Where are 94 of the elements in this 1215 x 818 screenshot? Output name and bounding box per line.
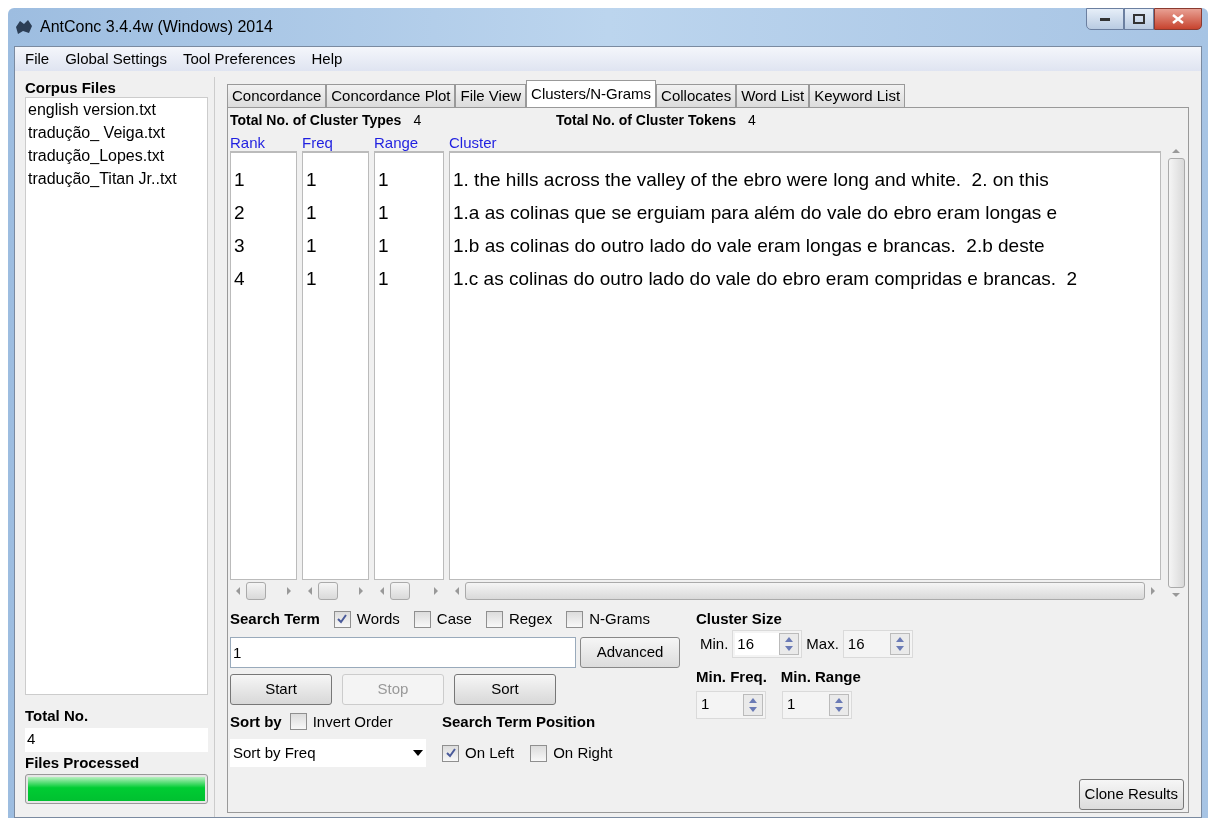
window-title: AntConc 3.4.4w (Windows) 2014 — [40, 17, 273, 37]
corpus-file-item[interactable]: tradução_Titan Jr..txt — [28, 167, 205, 190]
search-term-label: Search Term — [230, 609, 320, 629]
spin-arrows-icon[interactable] — [829, 693, 849, 716]
sort-dropdown[interactable]: Sort by Freq — [230, 739, 426, 767]
search-field[interactable]: 1 — [230, 636, 576, 668]
checkbox[interactable] — [485, 610, 503, 628]
table-cell-text: 3 — [234, 234, 246, 258]
menu-item[interactable]: Tool Preferences — [182, 47, 296, 71]
max-label: Max. — [806, 633, 839, 654]
summary-label: Total No. of Cluster Types — [230, 110, 402, 130]
min-label: Min. — [700, 633, 729, 654]
scroll-up-icon[interactable] — [1171, 148, 1181, 154]
files-processed-label: Files Processed — [25, 752, 141, 773]
min-freq-label: Min. Freq. — [696, 667, 767, 687]
corpus-file-item[interactable]: tradução_Lopes.txt — [28, 144, 205, 167]
option-checkbox[interactable]: Case — [413, 608, 472, 631]
corpus-files-heading: Corpus Files — [25, 78, 117, 97]
cluster-size-label: Cluster Size — [696, 609, 783, 629]
table-cell-text: 1.c as colinas do outro lado do vale do ebro eram compridas e brancas. 2 — [453, 267, 1079, 291]
close-icon — [1172, 14, 1184, 24]
table-cell-text: 1 — [306, 267, 318, 291]
scroll-right-icon[interactable] — [432, 586, 440, 596]
summary-value: 4 — [747, 110, 756, 130]
scroll-right-icon[interactable] — [285, 586, 293, 596]
tab[interactable]: Concordance Plot — [326, 84, 456, 107]
table-cell-text: 4 — [234, 267, 246, 291]
summary-value: 4 — [413, 110, 422, 130]
option-checkbox[interactable]: Words — [333, 608, 400, 631]
action-button[interactable]: Sort — [454, 673, 556, 705]
spin-arrows-icon[interactable] — [889, 633, 910, 655]
table-cell-text: 1 — [378, 168, 390, 192]
option-checkbox[interactable]: Regex — [485, 608, 553, 631]
scroll-left-icon[interactable] — [378, 586, 386, 596]
tab[interactable]: File View — [455, 84, 527, 107]
number-spinner[interactable]: 16 — [842, 630, 913, 658]
position-checkbox[interactable]: On Right — [530, 741, 613, 765]
advanced-button[interactable]: Advanced — [580, 636, 680, 668]
summary-label: Total No. of Cluster Tokens — [556, 110, 736, 130]
scroll-left-icon[interactable] — [306, 586, 314, 596]
table-cell-text: 2 — [234, 201, 246, 225]
tab[interactable]: Clusters/N-Grams — [526, 80, 657, 107]
table-cell-text: 1 — [378, 267, 390, 291]
minimize-button[interactable] — [1086, 8, 1124, 30]
checkbox[interactable] — [289, 713, 307, 731]
invert-order-checkbox[interactable]: Invert Order — [289, 710, 393, 733]
corpus-file-item[interactable]: english version.txt — [28, 98, 205, 121]
position-checkbox[interactable]: On Left — [442, 741, 515, 765]
min-range-label: Min. Range — [780, 667, 861, 687]
tab[interactable]: Collocates — [656, 84, 737, 107]
table-cell-text: 1 — [306, 201, 318, 225]
number-spinner[interactable]: 1 — [696, 690, 766, 719]
checkbox[interactable] — [566, 610, 584, 628]
maximize-button[interactable] — [1124, 8, 1154, 30]
table-cell-text: 1 — [234, 168, 246, 192]
total-label: Total No. — [25, 706, 90, 726]
spin-arrows-icon[interactable] — [779, 633, 800, 655]
maximize-icon — [1133, 14, 1145, 24]
tab[interactable]: Word List — [736, 84, 810, 107]
clone-results-button[interactable]: Clone Results — [1078, 779, 1184, 810]
corpus-file-item[interactable]: tradução_ Veiga.txt — [28, 121, 205, 144]
close-button[interactable] — [1154, 8, 1202, 30]
scroll-left-icon[interactable] — [234, 586, 242, 596]
option-checkbox[interactable]: N-Grams — [566, 608, 651, 631]
menu-item[interactable]: Global Settings — [65, 47, 167, 71]
checkbox[interactable] — [413, 610, 431, 628]
checkbox[interactable] — [530, 744, 548, 762]
table-cell-text: 1 — [306, 234, 318, 258]
checkbox[interactable] — [442, 744, 459, 762]
table-cell-text: 1 — [306, 168, 318, 192]
scroll-down-icon[interactable] — [1171, 592, 1181, 598]
action-button[interactable]: Start — [230, 673, 332, 705]
table-cell-text: 1. the hills across the valley of the ebro were long and white. 2. on this — [453, 168, 1050, 192]
menu-item[interactable]: Help — [311, 47, 343, 71]
scroll-left-icon[interactable] — [453, 586, 461, 596]
scroll-right-icon[interactable] — [357, 586, 365, 596]
tab[interactable]: Keyword List — [809, 84, 906, 107]
sort-by-label: Sort by — [230, 711, 282, 732]
table-cell-text: 1.a as colinas que se erguiam para além do vale do ebro eram longas e — [453, 201, 1059, 225]
checkbox[interactable] — [333, 610, 351, 628]
table-cell-text: 1.b as colinas do outro lado do vale eram longas e brancas. 2.b deste — [453, 234, 1046, 258]
number-spinner[interactable]: 16 — [732, 630, 803, 658]
minimize-icon — [1099, 16, 1111, 22]
menu-item[interactable]: File — [25, 47, 50, 71]
tab[interactable]: Concordance — [227, 84, 327, 107]
dropdown-caret-icon — [413, 750, 423, 756]
table-cell-text: 1 — [378, 201, 390, 225]
total-value: 4 — [25, 727, 208, 752]
number-spinner[interactable]: 1 — [782, 690, 852, 719]
table-cell-text: 1 — [378, 234, 390, 258]
spin-arrows-icon[interactable] — [743, 693, 763, 716]
app-logo-icon — [14, 18, 34, 36]
search-term-position-label: Search Term Position — [442, 711, 596, 732]
scroll-right-icon[interactable] — [1149, 586, 1157, 596]
